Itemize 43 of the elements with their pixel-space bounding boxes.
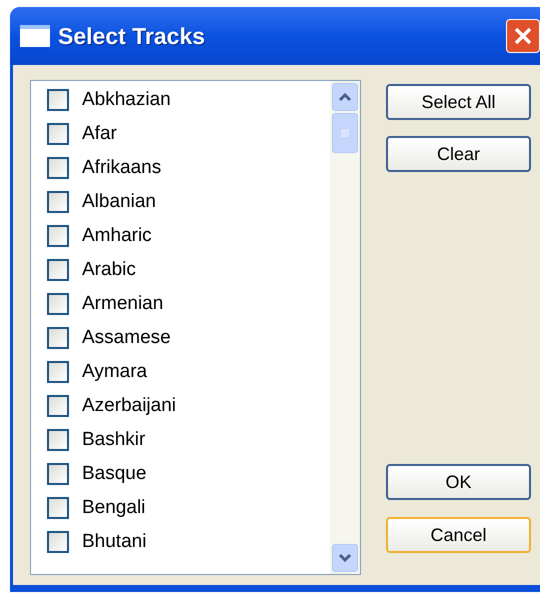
track-label: Armenian xyxy=(82,292,164,316)
dialog-button[interactable]: Select All xyxy=(386,84,531,120)
track-label: Afrikaans xyxy=(82,156,162,180)
scrollbar[interactable] xyxy=(330,81,360,574)
close-icon xyxy=(513,26,533,46)
checkbox[interactable] xyxy=(47,497,69,519)
grip-icon xyxy=(340,128,350,138)
checkbox[interactable] xyxy=(47,123,69,145)
window-icon xyxy=(20,25,50,47)
track-label: Bengali xyxy=(82,496,146,520)
checkbox[interactable] xyxy=(47,395,69,417)
checkbox[interactable] xyxy=(47,429,69,451)
dialog-button[interactable]: OK xyxy=(386,464,531,500)
window-title: Select Tracks xyxy=(58,22,206,51)
close-button[interactable] xyxy=(506,19,540,53)
track-label: Bhutani xyxy=(82,530,146,554)
checkbox[interactable] xyxy=(47,225,69,247)
track-label: Albanian xyxy=(82,190,156,214)
checkbox[interactable] xyxy=(47,89,69,111)
track-label: Afar xyxy=(82,122,117,146)
track-label: Basque xyxy=(82,462,146,486)
scroll-thumb[interactable] xyxy=(332,113,358,153)
track-label: Abkhazian xyxy=(82,88,171,112)
track-label: Assamese xyxy=(82,326,171,350)
track-label: Aymara xyxy=(82,360,148,384)
scroll-up-button[interactable] xyxy=(332,83,358,111)
checkbox[interactable] xyxy=(47,259,69,281)
checkbox[interactable] xyxy=(47,531,69,553)
chevron-up-icon xyxy=(338,92,352,102)
chevron-down-icon xyxy=(338,553,352,563)
track-label: Arabic xyxy=(82,258,136,282)
default-button[interactable]: Cancel xyxy=(386,517,531,553)
checkbox[interactable] xyxy=(47,293,69,315)
checkbox[interactable] xyxy=(47,361,69,383)
scroll-down-button[interactable] xyxy=(332,544,358,572)
dialog-button[interactable]: Clear xyxy=(386,136,531,172)
checkbox[interactable] xyxy=(47,327,69,349)
checkbox[interactable] xyxy=(47,191,69,213)
track-label: Azerbaijani xyxy=(82,394,176,418)
track-label: Amharic xyxy=(82,224,152,248)
track-label: Bashkir xyxy=(82,428,146,452)
checkbox[interactable] xyxy=(47,463,69,485)
checkbox[interactable] xyxy=(47,157,69,179)
